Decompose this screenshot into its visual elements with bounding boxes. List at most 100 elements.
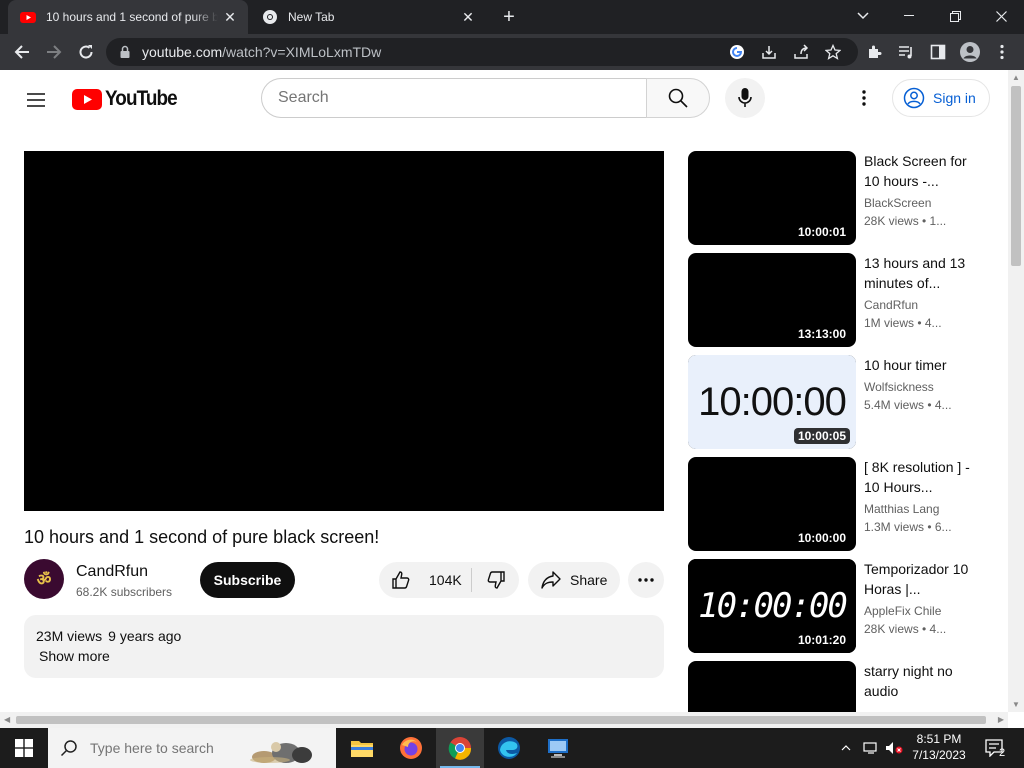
youtube-logo[interactable]: YouTube [72,87,185,110]
vertical-scroll-thumb[interactable] [1011,86,1021,266]
restore-icon[interactable] [932,0,978,32]
file-explorer-icon[interactable] [338,728,386,768]
windows-taskbar: 8:51 PM 7/13/2023 2 [0,728,1024,768]
reload-icon[interactable] [73,39,99,65]
address-bar[interactable]: youtube.com/watch?v=XIMLoLxmTDw [106,38,858,66]
show-hidden-icons-icon[interactable] [838,728,854,768]
scroll-right-icon[interactable]: ▶ [998,715,1004,724]
more-actions-button[interactable] [628,562,664,598]
url-text[interactable]: youtube.com/watch?v=XIMLoLxmTDw [142,44,381,60]
settings-more-button[interactable] [852,86,876,110]
scroll-up-icon[interactable]: ▲ [1012,73,1020,82]
dislike-button[interactable] [472,562,519,598]
recommendation-item[interactable]: 10:00:00 10:01:20 Temporizador 10 Horas … [688,559,978,653]
microphone-icon [738,88,752,107]
video-player[interactable] [24,151,664,511]
share-arrow-icon [541,571,561,589]
account-circle-icon [903,87,925,109]
tab-new-tab[interactable]: New Tab ✕ [250,0,486,34]
recommendation-channel: Wolfsickness [864,380,934,394]
voice-search-button[interactable] [725,78,765,118]
video-thumbnail[interactable]: 10:00:01 [688,151,856,245]
search-highlight-stones-icon [250,742,312,763]
search-input[interactable] [261,78,647,118]
forward-icon[interactable] [41,39,67,65]
share-label: Share [570,572,608,588]
channel-name[interactable]: CandRfun [76,563,148,581]
recommendation-meta: 28K views • 4... [864,622,947,636]
recommendation-item[interactable]: 13:13:00 13 hours and 13 minutes of... C… [688,253,978,347]
tab-search-icon[interactable] [840,0,886,32]
start-button[interactable] [0,728,48,768]
video-thumbnail[interactable]: 10:00:00 10:00:05 [688,355,856,449]
network-icon[interactable] [861,728,881,768]
side-panel-icon[interactable] [925,39,951,65]
recommendation-item[interactable]: 10:00:00 [ 8K resolution ] - 10 Hours...… [688,457,978,551]
minimize-icon[interactable] [886,0,932,32]
taskbar-search-input[interactable] [90,740,250,756]
volume-muted-icon[interactable] [884,728,904,768]
youtube-favicon-icon [20,12,36,23]
recommendation-meta: 1.3M views • 6... [864,520,952,534]
edge-icon[interactable] [485,728,533,768]
media-controls-icon[interactable] [893,39,919,65]
search-button[interactable] [646,78,710,118]
horizontal-scroll-thumb[interactable] [16,716,986,724]
recommendation-channel: Matthias Lang [864,502,940,516]
recommendation-channel: AppleFix Chile [864,604,942,618]
scroll-left-icon[interactable]: ◀ [4,715,10,724]
bookmark-star-icon[interactable] [822,41,844,63]
recommendation-item[interactable]: 10:00:01 Black Screen for 10 hours -... … [688,151,978,245]
install-app-icon[interactable] [758,41,780,63]
recommendation-title[interactable]: 13 hours and 13 minutes of... [864,253,974,293]
show-more-button[interactable]: Show more [39,648,110,664]
video-thumbnail[interactable] [688,661,856,712]
video-thumbnail[interactable]: 10:00:00 [688,457,856,551]
vertical-scrollbar[interactable]: ▲ ▼ [1008,70,1024,712]
taskbar-search[interactable] [48,728,336,768]
recommendation-title[interactable]: starry night no audio [864,661,974,701]
profile-avatar-icon[interactable] [957,39,983,65]
recommendation-title[interactable]: [ 8K resolution ] - 10 Hours... [864,457,974,497]
subscribe-button[interactable]: Subscribe [200,562,295,598]
video-thumbnail[interactable]: 13:13:00 [688,253,856,347]
system-clock[interactable]: 8:51 PM 7/13/2023 [910,731,968,763]
tab-title: 10 hours and 1 second of pure black scre… [46,10,218,24]
like-dislike-group: 104K [379,562,519,598]
recommendation-channel: BlackScreen [864,196,932,210]
back-icon[interactable] [9,39,35,65]
sign-in-button[interactable]: Sign in [892,79,990,117]
chrome-menu-icon[interactable] [989,39,1015,65]
extensions-icon[interactable] [861,39,887,65]
hamburger-menu-icon[interactable] [24,88,48,112]
remote-desktop-icon[interactable] [534,728,582,768]
close-window-icon[interactable] [978,0,1024,32]
close-tab-icon[interactable]: ✕ [456,5,480,29]
share-button[interactable]: Share [528,562,620,598]
google-lens-icon[interactable] [726,41,748,63]
new-tab-button[interactable]: + [497,5,521,29]
horizontal-scrollbar[interactable]: ◀ ▶ [0,712,1008,728]
firefox-icon[interactable] [387,728,435,768]
recommendation-item[interactable]: starry night no audio [688,661,978,712]
like-button[interactable]: 104K [379,562,471,598]
search-icon [668,88,688,108]
recommendation-title[interactable]: Black Screen for 10 hours -... [864,151,974,191]
close-tab-icon[interactable]: ✕ [218,5,242,29]
chrome-taskbar-icon[interactable] [436,728,484,768]
video-title: 10 hours and 1 second of pure black scre… [24,527,380,547]
scroll-down-icon[interactable]: ▼ [1012,700,1020,709]
duration-badge: 13:13:00 [793,326,850,342]
share-page-icon[interactable] [790,41,812,63]
description-box[interactable]: 23M views 9 years ago Show more [24,615,664,678]
like-count: 104K [429,572,462,588]
notification-center-icon[interactable]: 2 [980,728,1010,768]
recommendation-channel: CandRfun [864,298,919,312]
lock-icon[interactable] [118,45,132,59]
recommendation-title[interactable]: Temporizador 10 Horas |... [864,559,974,599]
duration-badge: 10:01:20 [793,632,850,648]
recommendation-item[interactable]: 10:00:00 10:00:05 10 hour timer Wolfsick… [688,355,978,449]
tab-youtube[interactable]: 10 hours and 1 second of pure black scre… [8,0,248,34]
channel-avatar[interactable]: ॐ [24,559,64,599]
video-thumbnail[interactable]: 10:00:00 10:01:20 [688,559,856,653]
